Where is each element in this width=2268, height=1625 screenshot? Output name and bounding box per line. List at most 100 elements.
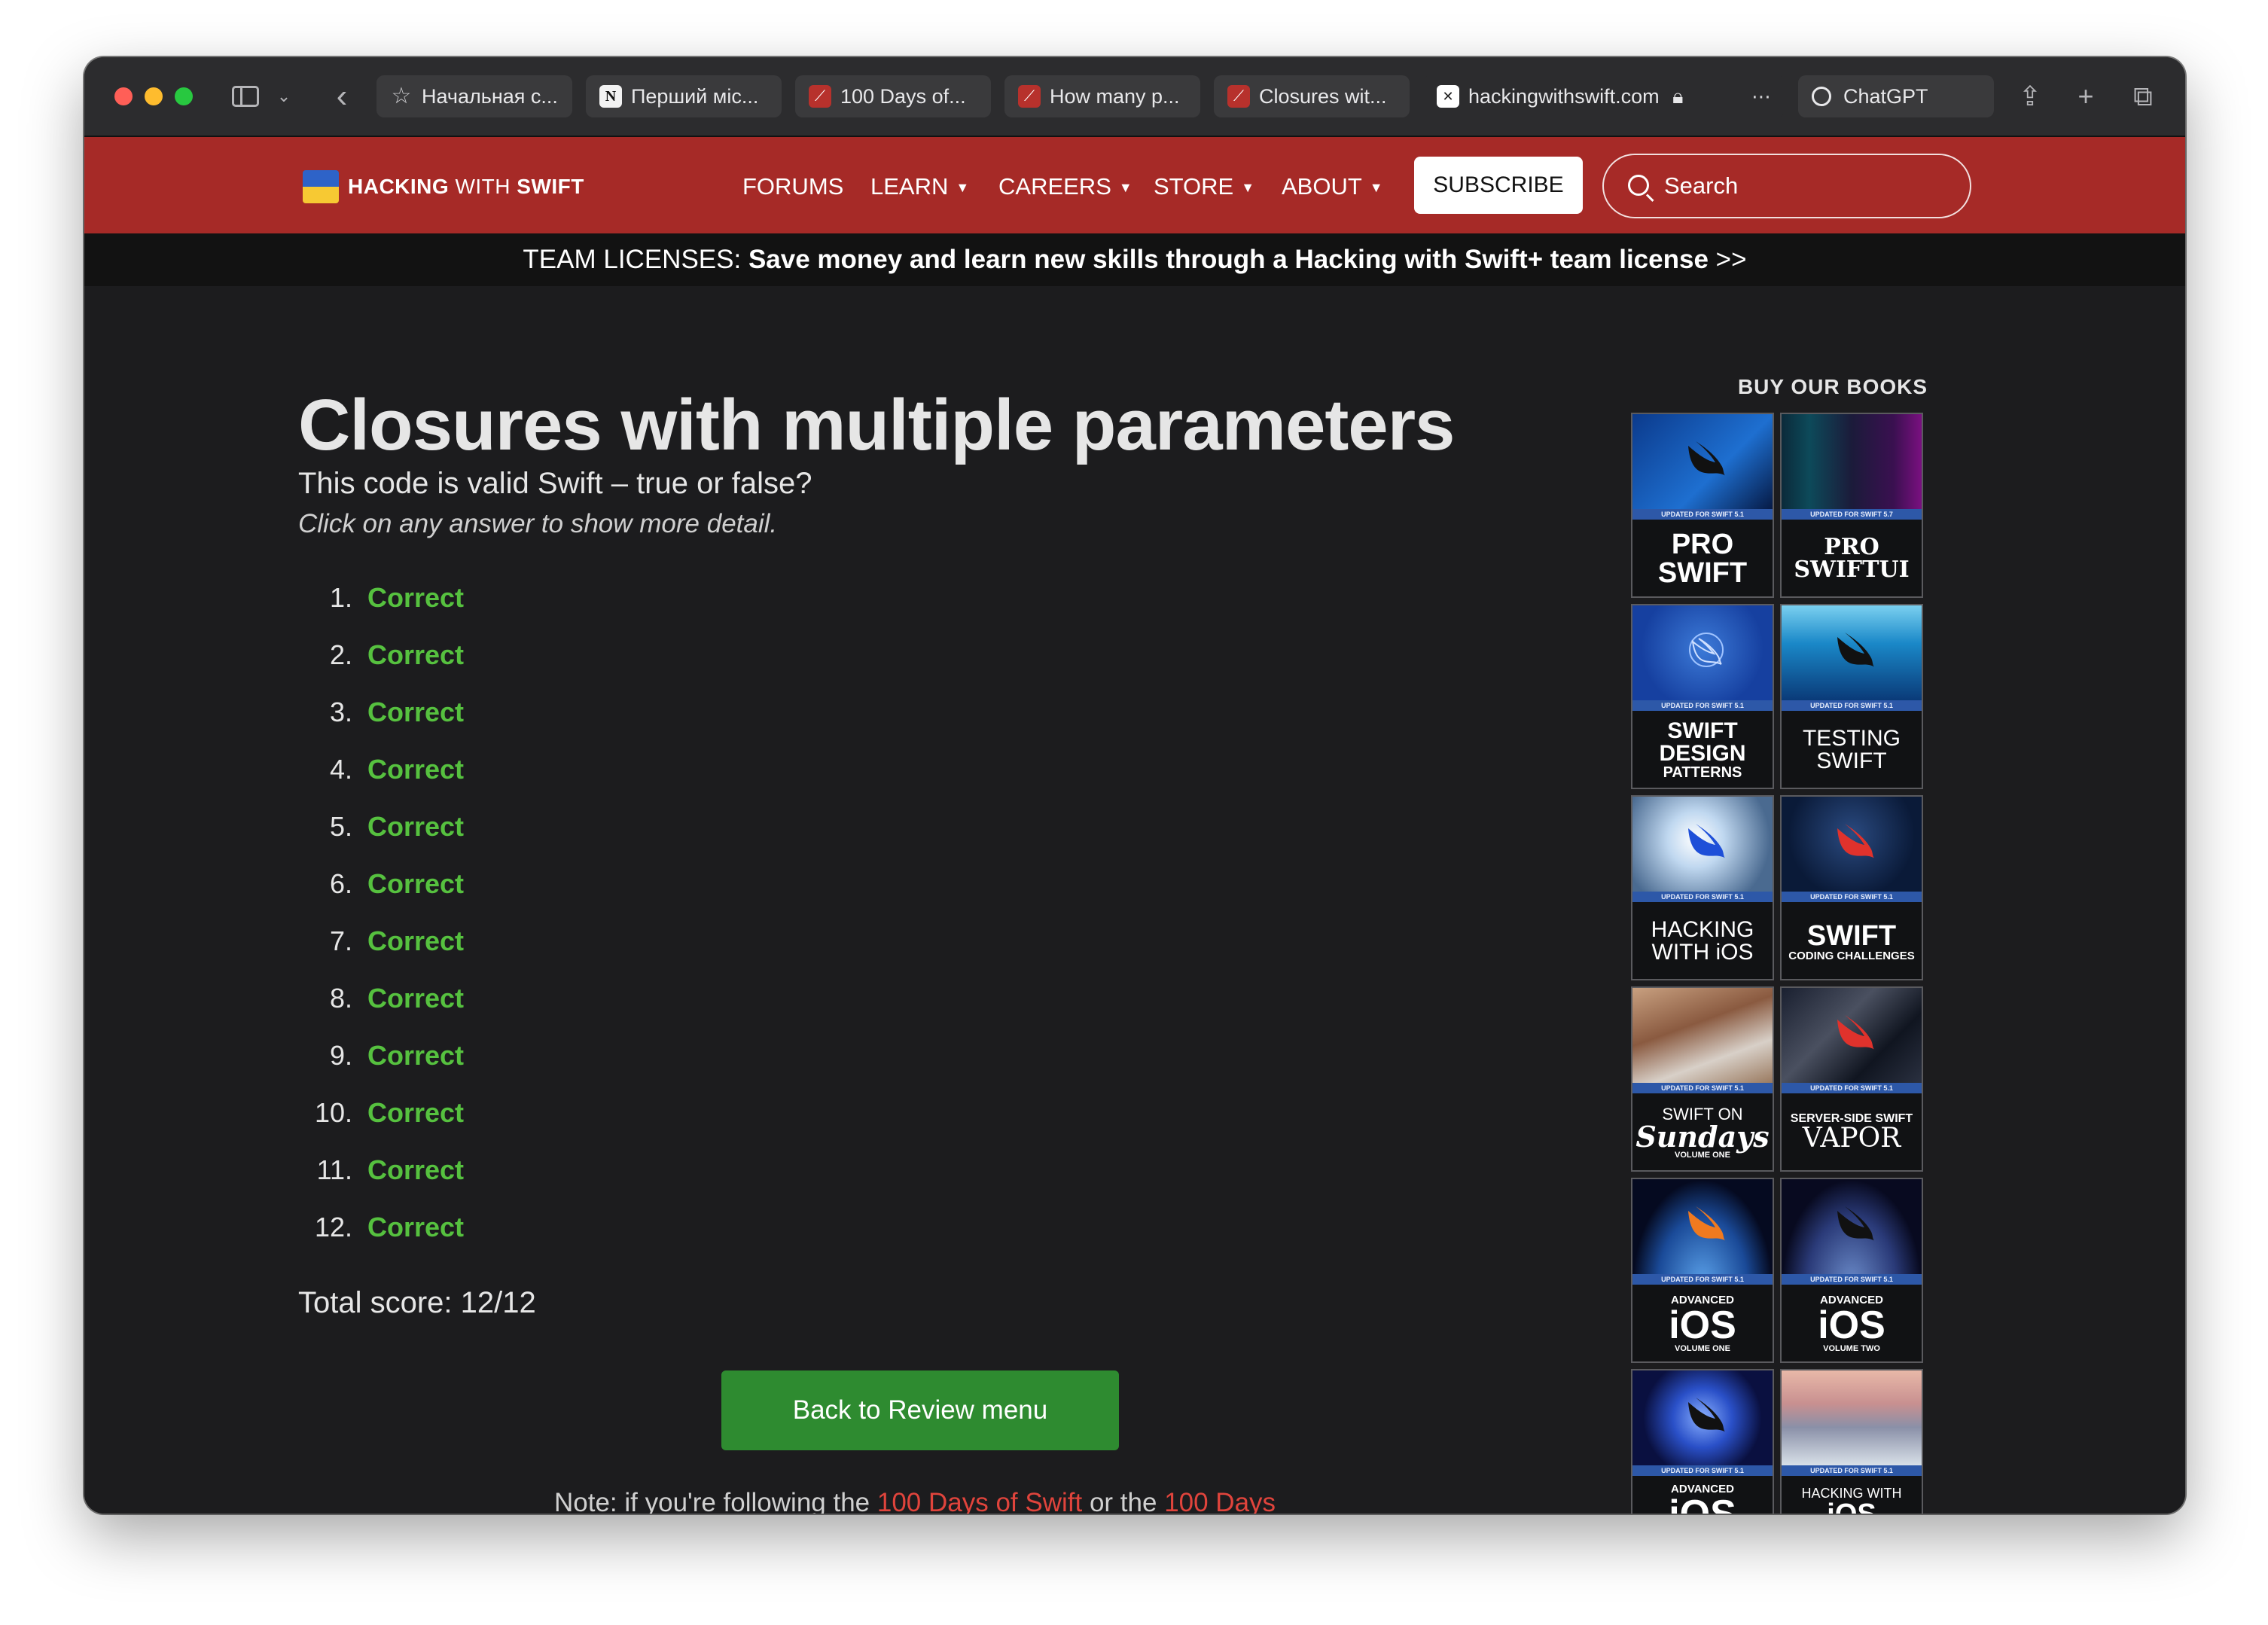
tab-how-many[interactable]: ⟋ How many p... (1004, 75, 1200, 117)
page-subtitle: This code is valid Swift – true or false… (298, 467, 812, 500)
book-testing-swift[interactable]: UPDATED FOR SWIFT 5.1 TESTING SWIFT (1780, 604, 1923, 789)
answer-item[interactable]: 9. Correct (298, 1033, 599, 1078)
tab-label: ChatGPT (1843, 85, 1928, 108)
book-cover-art (1632, 605, 1773, 700)
answer-item[interactable]: 12. Correct (298, 1205, 599, 1250)
swift-bird-icon (1837, 1206, 1875, 1241)
total-score: Total score: 12/12 (298, 1286, 536, 1319)
tab-label: Closures wit... (1259, 85, 1387, 108)
swift-bird-icon (1688, 824, 1726, 858)
caret-down-icon: ▼ (1241, 180, 1255, 195)
caret-down-icon: ▼ (1369, 180, 1383, 195)
subscribe-button[interactable]: SUBSCRIBE (1414, 157, 1583, 214)
back-arrow-icon[interactable]: ‹ (327, 78, 357, 114)
nav-forums[interactable]: FORUMS (742, 170, 843, 203)
page-title: Closures with multiple parameters (298, 385, 1455, 465)
swift-bird-icon (1689, 633, 1724, 667)
book-cover-art (1782, 414, 1922, 509)
book-cover-art (1782, 988, 1922, 1083)
book-cover-art (1632, 797, 1773, 892)
book-advanced-ios-volume-two[interactable]: UPDATED FOR SWIFT 5.1 ADVANCED iOS VOLUME … (1780, 1178, 1923, 1363)
caret-down-icon: ▼ (956, 180, 970, 195)
tab-label: Начальная с... (422, 85, 558, 108)
swift-bird-icon (1837, 824, 1875, 858)
swift-bird-icon (1837, 633, 1875, 667)
link-100-days[interactable]: 100 Days (1164, 1488, 1276, 1514)
browser-window: ⌄ ‹ ☆ Начальная с... N Перший міс... ⟋ 1… (84, 57, 2185, 1514)
nav-about[interactable]: ABOUT ▼ (1282, 170, 1383, 203)
link-100-days-swift[interactable]: 100 Days of Swift (877, 1488, 1082, 1514)
chevron-down-icon[interactable]: ⌄ (273, 78, 295, 114)
minimize-window-button[interactable] (145, 87, 163, 105)
book-advanced-ios-volume-three[interactable]: UPDATED FOR SWIFT 5.1 ADVANCEDiOS (1631, 1369, 1774, 1514)
answer-item[interactable]: 4. Correct (298, 747, 599, 792)
main-content: Closures with multiple parameters This c… (84, 286, 2185, 1514)
caret-down-icon: ▼ (1118, 180, 1132, 195)
tab-100-days[interactable]: ⟋ 100 Days of... (795, 75, 991, 117)
tab-overview-icon[interactable]: ⧉ (2126, 78, 2160, 114)
notion-icon: N (599, 85, 622, 108)
book-swift-on-sundays[interactable]: UPDATED FOR SWIFT 5.1 SWIFT ON Sundays VOL… (1631, 986, 1774, 1172)
tab-label: Перший міс... (631, 85, 759, 108)
nav-store[interactable]: STORE ▼ (1154, 170, 1254, 203)
star-icon: ☆ (391, 84, 412, 108)
book-cover-art (1632, 414, 1773, 509)
search-input[interactable]: Search (1602, 154, 1971, 218)
browser-titlebar: ⌄ ‹ ☆ Начальная с... N Перший міс... ⟋ 1… (84, 57, 2185, 137)
book-hacking-with-watchos[interactable]: UPDATED FOR SWIFT 5.1 HACKING WITHiOS (1780, 1369, 1923, 1514)
sidebar-toggle-icon[interactable] (229, 78, 262, 114)
hws-favicon-icon: ⟋ (1227, 85, 1250, 108)
site-navbar: HACKING WITH SWIFT FORUMS LEARN ▼ CAREERS… (84, 137, 2185, 233)
answer-item[interactable]: 7. Correct (298, 919, 599, 964)
book-cover-art (1782, 1370, 1922, 1465)
tab-start-page[interactable]: ☆ Начальная с... (376, 75, 572, 117)
book-hacking-with-ios[interactable]: UPDATED FOR SWIFT 5.1 HACKING WITH iOS (1631, 795, 1774, 980)
team-license-banner[interactable]: TEAM LICENSES: Save money and learn new … (84, 233, 2185, 286)
answer-item[interactable]: 5. Correct (298, 804, 599, 849)
tab-closures[interactable]: ⟋ Closures wit... (1214, 75, 1410, 117)
tab-label: How many p... (1050, 85, 1180, 108)
answer-item[interactable]: 10. Correct (298, 1090, 599, 1136)
close-window-button[interactable] (114, 87, 133, 105)
new-tab-icon[interactable]: + (2069, 78, 2102, 114)
answer-item[interactable]: 3. Correct (298, 690, 599, 735)
swift-bird-icon (1688, 1206, 1726, 1241)
hws-favicon-icon: ⟋ (1018, 85, 1041, 108)
answer-item[interactable]: 11. Correct (298, 1148, 599, 1193)
book-pro-swiftui[interactable]: UPDATED FOR SWIFT 5.7 PRO SWIFTUI (1780, 413, 1923, 598)
instructions-text: Click on any answer to show more detail. (298, 509, 778, 538)
address-bar-url[interactable]: hackingwithswift.com (1468, 85, 1660, 108)
chatgpt-icon (1812, 87, 1831, 106)
hws-favicon-icon: ⟋ (809, 85, 831, 108)
book-pro-swift[interactable]: UPDATED FOR SWIFT 5.1 PRO SWIFT (1631, 413, 1774, 598)
tab-current-url[interactable]: ✕ hackingwithswift.com 🔒︎ ⋯ (1423, 75, 1785, 117)
answer-item[interactable]: 6. Correct (298, 861, 599, 907)
book-cover-art (1782, 797, 1922, 892)
logo-text: HACKING WITH SWIFT (348, 175, 584, 198)
book-server-side-swift-vapor[interactable]: UPDATED FOR SWIFT 5.1 SERVER-SIDE SWIFT V… (1780, 986, 1923, 1172)
book-swift-design-patterns[interactable]: UPDATED FOR SWIFT 5.1 SWIFT DESIGN PATTERN… (1631, 604, 1774, 789)
lock-icon: 🔒︎ (1672, 85, 1684, 108)
translate-more-icon[interactable]: ⋯ (1751, 75, 1771, 117)
zoom-window-button[interactable] (175, 87, 193, 105)
book-advanced-ios-volume-one[interactable]: UPDATED FOR SWIFT 5.1 ADVANCED iOS VOLUME … (1631, 1178, 1774, 1363)
swift-bird-icon (1688, 1398, 1726, 1432)
book-cover-art (1782, 605, 1922, 700)
book-swift-coding-challenges[interactable]: UPDATED FOR SWIFT 5.1 SWIFT CODING CHALLE… (1780, 795, 1923, 980)
book-cover-art (1632, 1179, 1773, 1274)
nav-careers[interactable]: CAREERS ▼ (998, 170, 1132, 203)
answer-item[interactable]: 1. Correct (298, 575, 599, 620)
ukraine-flag-icon (303, 170, 339, 203)
close-icon[interactable]: ✕ (1437, 85, 1459, 108)
tab-chatgpt[interactable]: ChatGPT (1798, 75, 1994, 117)
book-cover-art (1632, 988, 1773, 1083)
answer-item[interactable]: 2. Correct (298, 633, 599, 678)
nav-learn[interactable]: LEARN ▼ (870, 170, 969, 203)
site-logo[interactable]: HACKING WITH SWIFT (303, 170, 584, 203)
swift-bird-icon (1688, 441, 1726, 476)
book-cover-art (1632, 1370, 1773, 1465)
back-to-review-button[interactable]: Back to Review menu (721, 1370, 1119, 1450)
tab-notion[interactable]: N Перший міс... (586, 75, 782, 117)
answer-item[interactable]: 8. Correct (298, 976, 599, 1021)
share-icon[interactable]: ⇪ (2013, 78, 2047, 114)
